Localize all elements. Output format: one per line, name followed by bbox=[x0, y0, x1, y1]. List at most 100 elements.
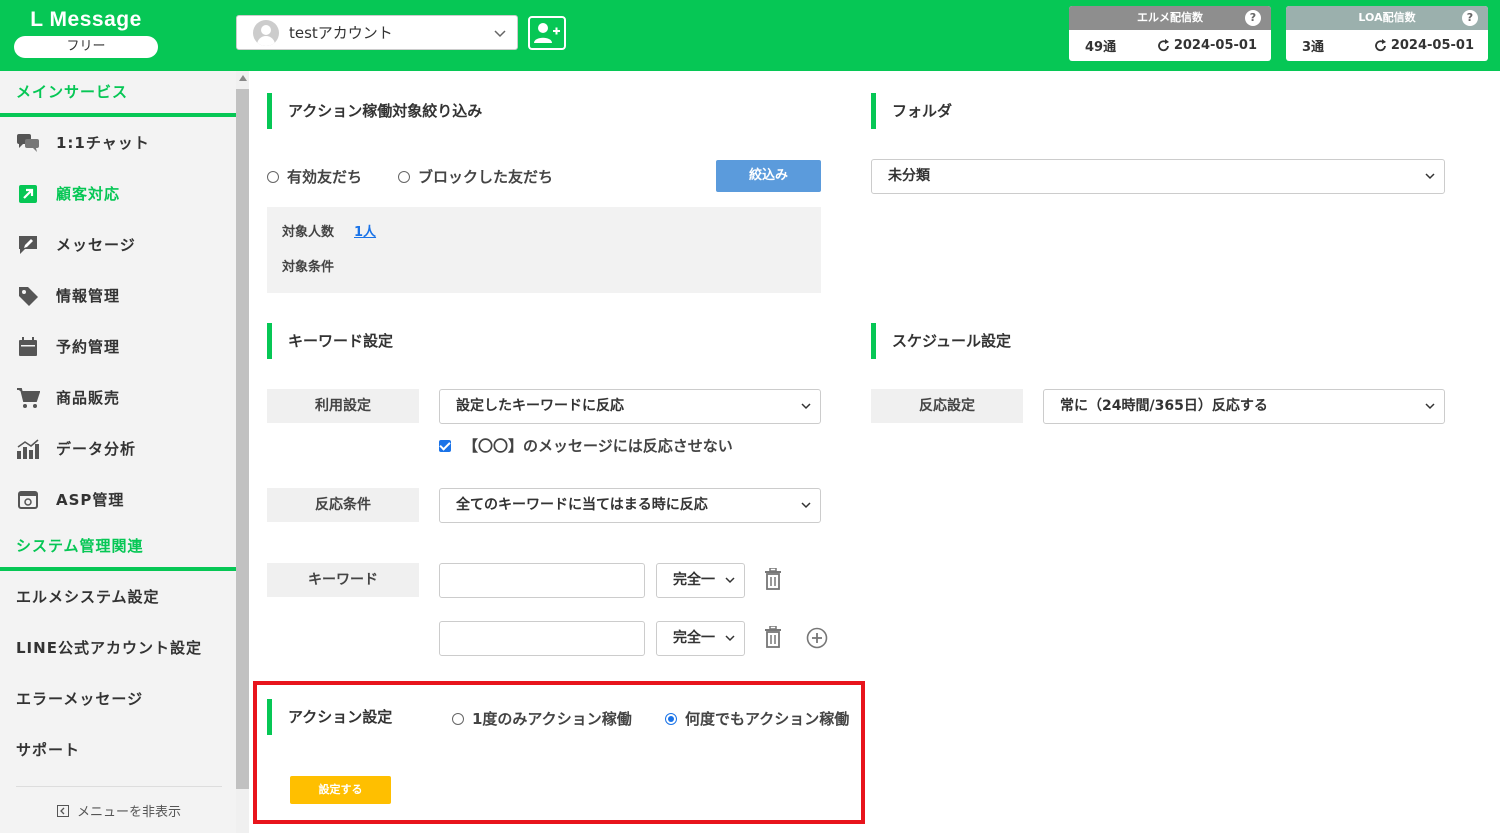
help-icon[interactable]: ? bbox=[1462, 10, 1478, 26]
sidebar-item-chat[interactable]: 1:1チャット bbox=[0, 117, 236, 168]
delete-keyword-button-1[interactable] bbox=[761, 567, 785, 591]
main-content: アクション稼働対象絞り込み 有効友だち ブロックした友だち 絞込み 対象人数 1… bbox=[249, 71, 1500, 833]
target-count-label: 対象人数 bbox=[282, 225, 335, 240]
target-condition-label: 対象条件 bbox=[282, 260, 335, 275]
match-type-value: 完全一 bbox=[673, 630, 715, 646]
chevron-down-icon bbox=[801, 502, 811, 509]
loa-quota-title: LOA配信数 ? bbox=[1286, 6, 1488, 30]
radio-action-any[interactable]: 何度でもアクション稼働 bbox=[665, 708, 849, 729]
add-keyword-button[interactable] bbox=[805, 626, 829, 650]
radio-blocked-friends[interactable]: ブロックした友だち bbox=[398, 166, 553, 187]
folder-select[interactable]: 未分類 bbox=[871, 159, 1445, 194]
account-select[interactable]: testアカウント bbox=[236, 15, 518, 50]
loa-quota-reset: 2024-05-01 bbox=[1374, 38, 1474, 53]
keyword-input-1[interactable] bbox=[439, 563, 645, 598]
calendar-icon bbox=[16, 335, 40, 359]
radio-action-once[interactable]: 1度のみアクション稼働 bbox=[452, 708, 632, 729]
radio-button[interactable] bbox=[398, 170, 410, 183]
folder-section-title: フォルダ bbox=[871, 93, 952, 129]
hide-menu-label: メニューを非表示 bbox=[76, 805, 181, 820]
sidebar-section-system: システム管理関連 bbox=[0, 525, 236, 571]
sidebar-item-support[interactable]: サポート bbox=[0, 724, 236, 775]
radio-button[interactable] bbox=[665, 712, 677, 725]
sidebar-item-error-message[interactable]: エラーメッセージ bbox=[0, 673, 236, 724]
match-type-select-1[interactable]: 完全一 bbox=[656, 563, 745, 598]
match-type-select-2[interactable]: 完全一 bbox=[656, 621, 745, 656]
schedule-label: 反応設定 bbox=[871, 389, 1023, 423]
usage-label: 利用設定 bbox=[267, 389, 419, 423]
elme-quota-date: 2024-05-01 bbox=[1173, 38, 1257, 53]
add-account-button[interactable] bbox=[528, 16, 566, 50]
elme-quota-reset: 2024-05-01 bbox=[1157, 38, 1257, 53]
sidebar-item-asp[interactable]: ASP管理 bbox=[0, 474, 236, 525]
elme-quota-card: エルメ配信数 ? 49通 2024-05-01 bbox=[1069, 6, 1271, 61]
condition-select[interactable]: 全てのキーワードに当てはまる時に反応 bbox=[439, 488, 821, 523]
scroll-up-icon[interactable] bbox=[239, 75, 247, 81]
chevron-down-icon bbox=[725, 577, 735, 584]
scroll-thumb[interactable] bbox=[236, 89, 249, 789]
logo[interactable]: L Message フリー bbox=[14, 8, 158, 58]
add-user-icon bbox=[534, 23, 560, 43]
hide-menu-button[interactable]: メニューを非表示 bbox=[16, 786, 222, 820]
plus-circle-icon bbox=[806, 627, 828, 649]
radio-button[interactable] bbox=[267, 170, 279, 183]
keyword-section-title: キーワード設定 bbox=[267, 323, 393, 359]
usage-select[interactable]: 設定したキーワードに反応 bbox=[439, 389, 821, 424]
ignore-message-label: 【〇〇】のメッセージには反応させない bbox=[463, 437, 733, 455]
loa-quota-title-text: LOA配信数 bbox=[1358, 11, 1416, 24]
sidebar-item-analytics[interactable]: データ分析 bbox=[0, 423, 236, 474]
external-link-icon bbox=[16, 182, 40, 206]
radio-button[interactable] bbox=[452, 712, 464, 725]
sidebar-item-message[interactable]: メッセージ bbox=[0, 219, 236, 270]
sidebar-item-sales[interactable]: 商品販売 bbox=[0, 372, 236, 423]
folder-selected-value: 未分類 bbox=[888, 168, 930, 184]
sidebar-item-reservation[interactable]: 予約管理 bbox=[0, 321, 236, 372]
condition-selected-value: 全てのキーワードに当てはまる時に反応 bbox=[456, 497, 708, 513]
keyword-input-2[interactable] bbox=[439, 621, 645, 656]
condition-label: 反応条件 bbox=[267, 488, 419, 522]
sidebar-item-label: メッセージ bbox=[56, 236, 136, 254]
filter-button[interactable]: 絞込み bbox=[716, 160, 821, 192]
schedule-section-title: スケジュール設定 bbox=[871, 323, 1011, 359]
target-summary: 対象人数 1人 対象条件 bbox=[267, 207, 821, 293]
plan-badge: フリー bbox=[14, 36, 158, 58]
target-count-link[interactable]: 1人 bbox=[354, 221, 376, 240]
collapse-icon bbox=[56, 804, 69, 817]
loa-quota-count: 3通 bbox=[1302, 40, 1325, 55]
sidebar-item-label: 顧客対応 bbox=[56, 185, 121, 203]
action-section-title: アクション設定 bbox=[267, 699, 392, 735]
radio-blocked-label: ブロックした友だち bbox=[418, 168, 554, 186]
sidebar-item-customer[interactable]: 顧客対応 bbox=[0, 168, 236, 219]
elme-quota-title: エルメ配信数 ? bbox=[1069, 6, 1271, 30]
refresh-icon bbox=[1157, 38, 1169, 51]
chevron-down-icon bbox=[494, 30, 506, 38]
filter-section-title: アクション稼働対象絞り込み bbox=[267, 93, 482, 129]
sidebar-item-elme-settings[interactable]: エルメシステム設定 bbox=[0, 571, 236, 622]
sidebar-scrollbar[interactable] bbox=[236, 71, 249, 833]
submit-button[interactable]: 設定する bbox=[290, 776, 391, 804]
sidebar-item-info[interactable]: 情報管理 bbox=[0, 270, 236, 321]
tag-icon bbox=[16, 284, 40, 308]
ignore-message-checkbox-row[interactable]: 【〇〇】のメッセージには反応させない bbox=[439, 435, 733, 456]
ignore-message-checkbox[interactable] bbox=[439, 439, 451, 452]
radio-once-label: 1度のみアクション稼働 bbox=[472, 710, 632, 728]
match-type-value: 完全一 bbox=[673, 572, 715, 588]
window-icon bbox=[16, 488, 40, 512]
radio-valid-friends[interactable]: 有効友だち bbox=[267, 166, 362, 187]
delete-keyword-button-2[interactable] bbox=[761, 625, 785, 649]
chevron-down-icon bbox=[1425, 403, 1435, 410]
schedule-select[interactable]: 常に（24時間/365日）反応する bbox=[1043, 389, 1445, 424]
sidebar-item-label: 予約管理 bbox=[56, 338, 121, 356]
account-name: testアカウント bbox=[289, 24, 393, 42]
cart-icon bbox=[16, 386, 40, 410]
sidebar: メインサービス 1:1チャット 顧客対応 メッセージ 情報管理 予約管理 商品販 bbox=[0, 71, 236, 833]
radio-any-label: 何度でもアクション稼働 bbox=[685, 710, 850, 728]
help-icon[interactable]: ? bbox=[1245, 10, 1261, 26]
sidebar-item-label: データ分析 bbox=[56, 440, 137, 458]
sidebar-section-main: メインサービス bbox=[0, 71, 236, 117]
elme-quota-title-text: エルメ配信数 bbox=[1137, 11, 1203, 24]
sidebar-item-line-settings[interactable]: LINE公式アカウント設定 bbox=[0, 622, 236, 673]
sidebar-item-label: 情報管理 bbox=[56, 287, 121, 305]
schedule-selected-value: 常に（24時間/365日）反応する bbox=[1060, 398, 1268, 414]
chevron-down-icon bbox=[725, 635, 735, 642]
